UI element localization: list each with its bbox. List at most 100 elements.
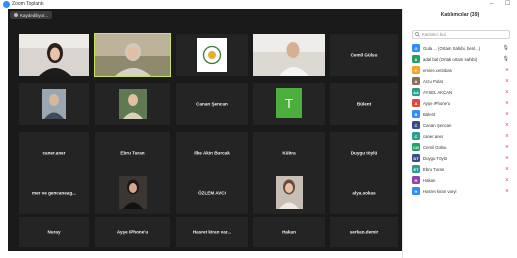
participant-row-name: Cemil Gülsu — [423, 144, 447, 150]
participant-row[interactable]: B Bülent ⨯ — [412, 109, 517, 119]
muted-mic-icon[interactable]: ⨯ — [505, 166, 509, 172]
participant-row[interactable]: C caner.aner ⨯ — [412, 131, 517, 141]
avatar: C — [412, 121, 420, 129]
participants-panel: Katılımcılar (39) Katılımcı bul G Gula .… — [402, 9, 517, 258]
name-tile-8[interactable]: Canan Şencan — [176, 83, 248, 125]
participant-name: Hakan — [282, 229, 296, 235]
video-tile-3[interactable] — [176, 34, 248, 76]
avatar: CG — [412, 143, 420, 151]
name-tile-20[interactable]: alya.sokas — [330, 172, 398, 214]
photo-tile-7[interactable] — [95, 83, 170, 125]
participant-row[interactable]: DT Duygu Töylü ⨯ — [412, 153, 517, 163]
participant-row[interactable]: C Canan Şencan ⨯ — [412, 120, 517, 130]
participant-row-name: adal bal (Ortak ortam sahibi) — [423, 56, 478, 62]
muted-mic-icon[interactable]: ⨯ — [505, 111, 509, 117]
participant-name: Ilke Akin Burcak — [194, 150, 230, 156]
name-tile-25[interactable]: serkan.demir — [330, 217, 398, 247]
participant-row-name: Hakan — [423, 177, 436, 183]
muted-mic-icon[interactable]: ⨯ — [505, 100, 509, 106]
participant-row[interactable]: H Hakan ⨯ — [412, 175, 517, 185]
participant-name: Hasret kiran var... — [192, 229, 232, 235]
muted-mic-icon[interactable]: ⨯ — [505, 155, 509, 161]
participant-video — [95, 34, 170, 76]
avatar-tile-9[interactable]: T — [253, 83, 325, 125]
participant-row[interactable]: AA AYSEL AKCAN ⨯ — [412, 87, 517, 97]
participant-name: mer ve gencaneag... — [32, 190, 76, 196]
avatar: H — [412, 187, 420, 195]
avatar: C — [412, 132, 420, 140]
photo-tile-19[interactable] — [253, 172, 325, 214]
name-tile-12[interactable]: Ebru Turan — [95, 132, 170, 174]
muted-mic-icon[interactable]: ⨯ — [505, 144, 509, 150]
recording-indicator[interactable]: Kaydediliyor... — [10, 11, 53, 19]
name-tile-13[interactable]: Ilke Akin Burcak — [176, 132, 248, 174]
participant-name: Canan Şencan — [196, 101, 228, 107]
participant-row[interactable]: E emine.cetinbas ⨯ — [412, 65, 517, 75]
microphone-icon[interactable]: 🎙 — [503, 56, 509, 62]
participant-name: Nuray — [47, 229, 61, 235]
participant-row-name: Canan Şencan — [423, 122, 452, 128]
muted-mic-icon[interactable]: ⨯ — [505, 67, 509, 73]
minimize-button[interactable]: – — [490, 0, 493, 8]
participant-row-name: AYSEL AKCAN — [423, 89, 453, 95]
participant-row[interactable]: H Hasret kiran varyi ⨯ — [412, 186, 517, 196]
participant-row-name: Arzu Polat — [423, 78, 443, 84]
participant-photo — [95, 83, 170, 125]
name-tile-21[interactable]: Nuray — [19, 217, 89, 247]
name-tile-22[interactable]: Ayşe iPhone'u — [95, 217, 170, 247]
participant-name: Ayşe iPhone'u — [116, 229, 149, 235]
search-icon — [415, 32, 420, 37]
muted-mic-icon[interactable]: ⨯ — [505, 78, 509, 84]
name-tile-5[interactable]: Cemil Gülsu — [330, 34, 398, 76]
participant-row-name: Bülent — [423, 111, 436, 117]
participant-name: alya.sokas — [352, 190, 376, 196]
avatar: ET — [412, 165, 420, 173]
participant-row-name: Gula ... (Ortam Sahibi, benl...) — [423, 45, 481, 51]
muted-mic-icon[interactable]: ⨯ — [505, 133, 509, 139]
video-tile-1[interactable] — [19, 34, 89, 76]
name-tile-11[interactable]: caner.aner — [19, 132, 89, 174]
participant-row[interactable]: G Gula ... (Ortam Sahibi, benl...) 🎙 — [412, 43, 517, 53]
name-tile-14[interactable]: Kübra — [253, 132, 325, 174]
participant-row-name: Duygu Töylü — [423, 155, 448, 161]
name-tile-15[interactable]: Duygu töylü — [330, 132, 398, 174]
avatar: T — [276, 88, 302, 118]
participant-row-name: caner.aner — [423, 133, 444, 139]
participant-row[interactable]: ET Ebru Turan ⨯ — [412, 164, 517, 174]
maximize-button[interactable]: ☐ — [505, 0, 510, 8]
microphone-icon[interactable]: 🎙 — [503, 45, 509, 51]
name-tile-24[interactable]: Hakan — [253, 217, 325, 247]
avatar: B — [412, 110, 420, 118]
name-tile-18[interactable]: ÖZLEM AVCI — [176, 172, 248, 214]
muted-mic-icon[interactable]: ⨯ — [505, 122, 509, 128]
participant-row[interactable]: CG Cemil Gülsu ⨯ — [412, 142, 517, 152]
zoom-window: Zoom Toplantı – ☐ Kaydediliyor... Cemil … — [0, 0, 517, 258]
participant-row-name: Ayşe iPhone'u — [423, 100, 451, 106]
participant-row[interactable]: A Arzu Polat ⨯ — [412, 76, 517, 86]
participant-search-input[interactable]: Katılımcı bul — [412, 30, 510, 39]
participant-name: caner.aner — [42, 150, 66, 156]
muted-mic-icon[interactable]: ⨯ — [505, 188, 509, 194]
participant-row-name: Hasret kiran varyi — [423, 188, 457, 194]
photo-tile-17[interactable] — [95, 172, 170, 214]
avatar: A — [412, 55, 420, 63]
name-tile-23[interactable]: Hasret kiran var... — [176, 217, 248, 247]
muted-mic-icon[interactable]: ⨯ — [505, 177, 509, 183]
avatar: E — [412, 66, 420, 74]
avatar: G — [412, 44, 420, 52]
avatar: A — [412, 99, 420, 107]
name-tile-16[interactable]: mer ve gencaneag... — [19, 172, 89, 214]
video-tile-4[interactable] — [253, 34, 325, 76]
recording-label: Kaydediliyor... — [20, 12, 49, 18]
muted-mic-icon[interactable]: ⨯ — [505, 89, 509, 95]
name-tile-10[interactable]: Bülent — [330, 83, 398, 125]
participant-row[interactable]: A adal bal (Ortak ortam sahibi) 🎙 — [412, 54, 517, 64]
participant-photo — [253, 172, 325, 214]
participant-row[interactable]: A Ayşe iPhone'u ⨯ — [412, 98, 517, 108]
window-title: Zoom Toplantı — [12, 1, 44, 7]
participant-video — [253, 34, 325, 76]
record-dot-icon — [14, 13, 18, 17]
video-tile-2-active-speaker[interactable] — [94, 33, 171, 77]
photo-tile-6[interactable] — [19, 83, 89, 125]
participant-video — [19, 34, 89, 76]
